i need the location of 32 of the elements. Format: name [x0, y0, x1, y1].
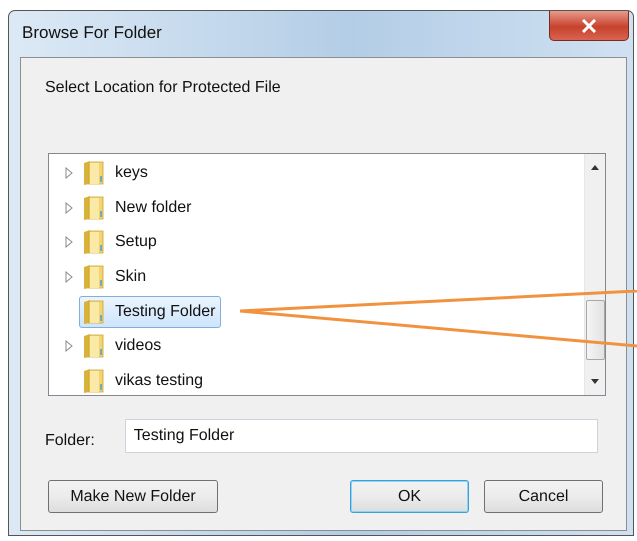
folder-icon	[83, 194, 105, 221]
scroll-thumb[interactable]	[586, 300, 604, 360]
expand-triangle-icon[interactable]	[65, 271, 73, 284]
scroll-up-icon[interactable]	[590, 164, 600, 170]
tree-item[interactable]: Setup	[79, 226, 162, 258]
expand-triangle-icon[interactable]	[65, 236, 73, 248]
dialog-button[interactable]: OK	[350, 480, 469, 513]
expand-triangle-icon[interactable]	[65, 340, 73, 352]
expand-triangle-icon[interactable]	[65, 202, 73, 214]
expand-triangle-icon[interactable]	[65, 167, 73, 180]
folder-icon	[83, 298, 105, 325]
folder-label: Folder:	[45, 432, 95, 450]
folder-input[interactable]: Testing Folder	[124, 419, 598, 453]
tree-item[interactable]: Skin	[79, 261, 152, 294]
folder-icon	[83, 229, 105, 256]
tree-item[interactable]: New folder	[79, 192, 196, 224]
folder-icon	[83, 160, 105, 186]
close-icon	[581, 18, 597, 32]
close-button[interactable]	[549, 11, 629, 41]
tree-item[interactable]: keys	[79, 157, 153, 190]
dialog-button[interactable]: Cancel	[484, 480, 603, 513]
dialog-button[interactable]: Make New Folder	[48, 480, 218, 513]
folder-icon	[83, 368, 105, 394]
tree-item[interactable]: videos	[79, 330, 166, 362]
window-title: Browse For Folder	[22, 23, 162, 43]
prompt-text: Select Location for Protected File	[45, 79, 281, 97]
tree-item[interactable]: vikas testing	[79, 364, 208, 397]
folder-icon	[83, 264, 105, 290]
tree-item[interactable]: Testing Folder	[79, 296, 220, 328]
scroll-down-icon[interactable]	[590, 379, 600, 385]
folder-icon	[83, 333, 105, 360]
scrollbar[interactable]	[584, 154, 605, 395]
